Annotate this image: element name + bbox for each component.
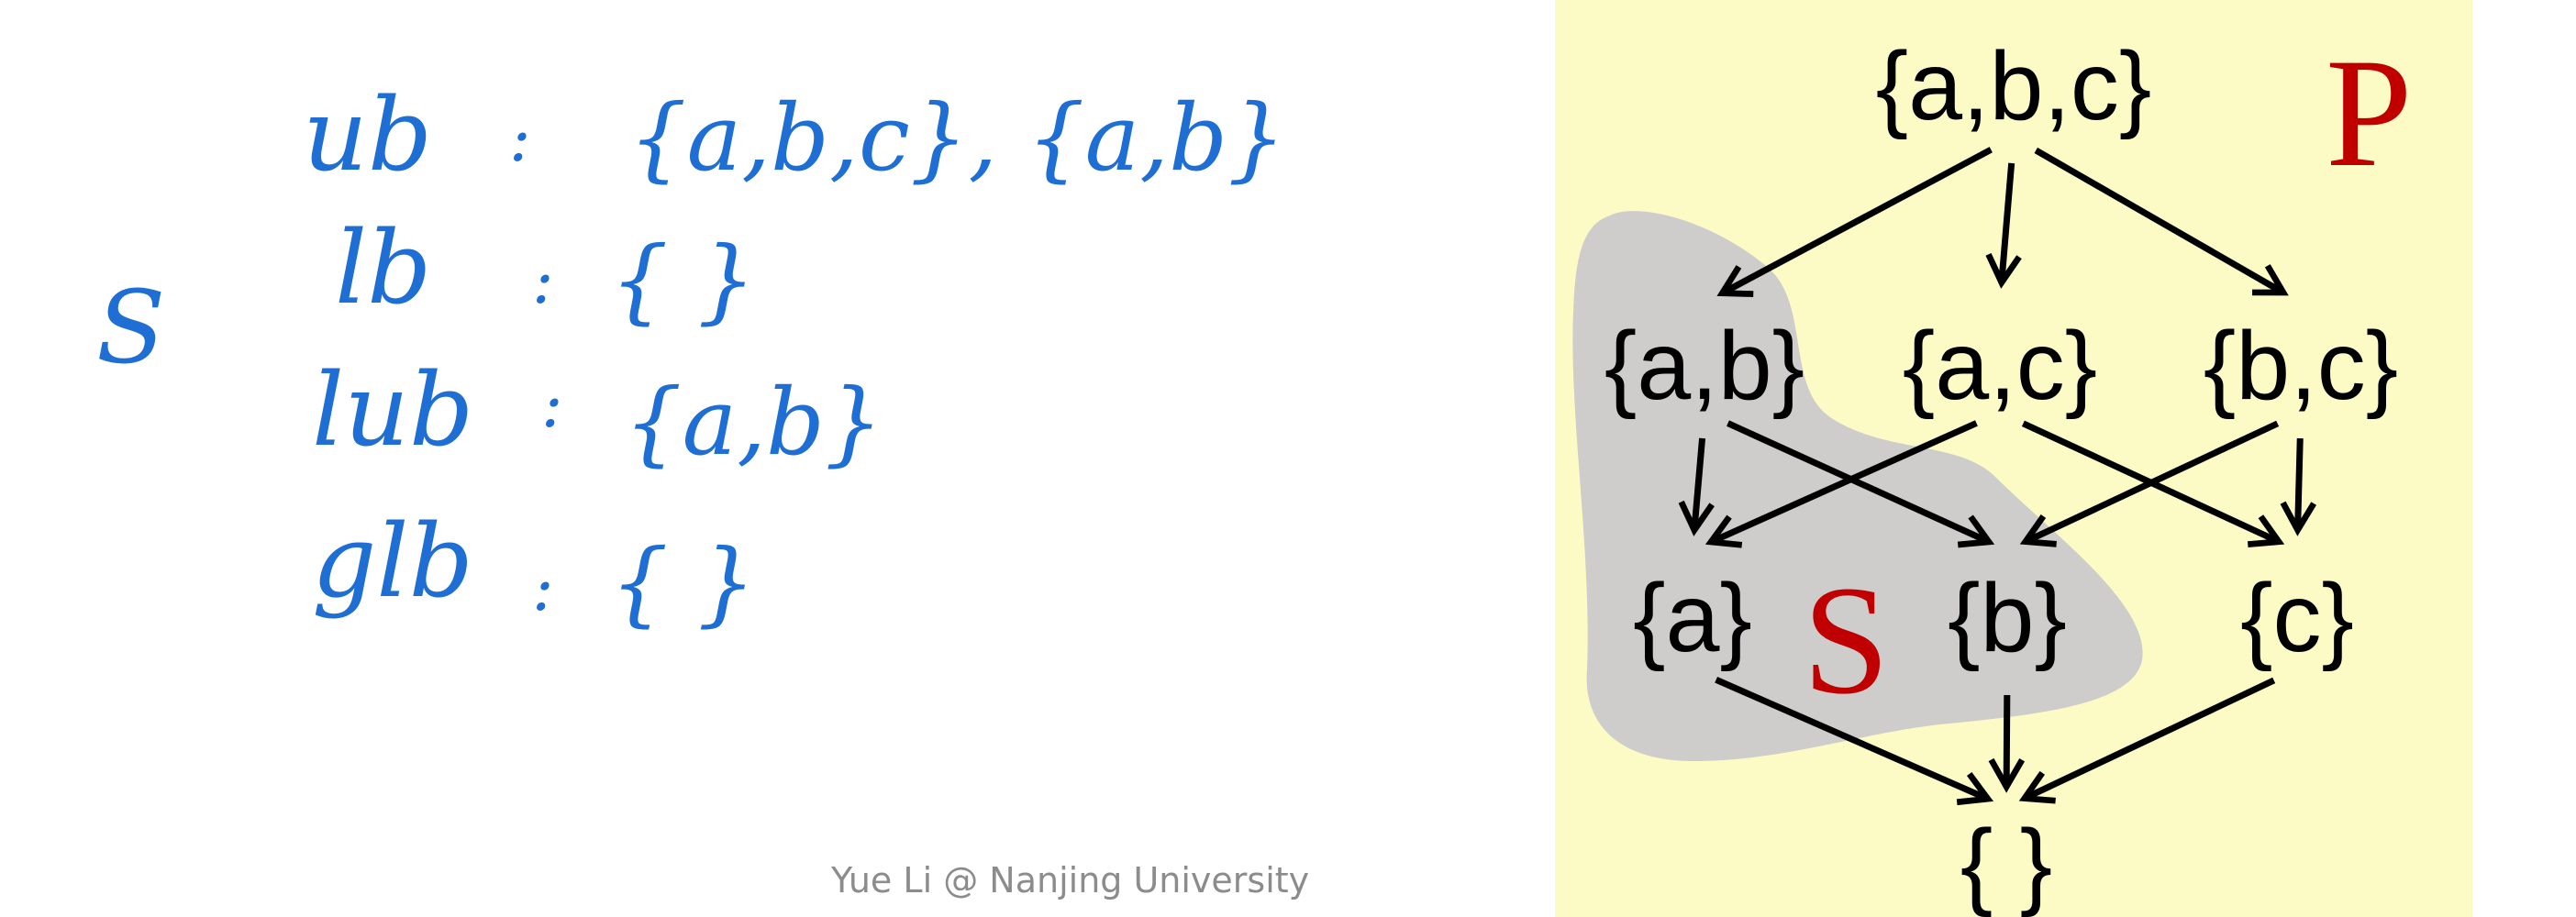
- powerset-lattice-diagram: {a,b,c} {a,b} {a,c} {b,c} {a} {b} {c} { …: [1572, 27, 2413, 917]
- note-key-lb: lb: [335, 209, 432, 326]
- node-abc: {a,b,c}: [1876, 32, 2152, 140]
- edge-b-to-empty: [1988, 694, 2026, 793]
- note-value-lb: { }: [610, 226, 756, 334]
- note-key-lub: lub: [312, 351, 473, 469]
- note-sep-ub: :: [509, 101, 531, 176]
- note-key-glb: glb: [312, 503, 473, 620]
- node-bc: {b,c}: [2204, 312, 2398, 420]
- lattice-panel: {a,b,c} {a,b} {a,c} {b,c} {a} {b} {c} { …: [1555, 0, 2472, 917]
- handwritten-notes: S ub : {a,b,c}, {a,b} lb : { } lub : {a,…: [96, 76, 1286, 636]
- note-value-glb: { }: [610, 529, 756, 636]
- note-key-ub: ub: [303, 76, 432, 193]
- node-c: {c}: [2240, 564, 2354, 672]
- edge-abc-to-bc: [2034, 147, 2289, 296]
- note-sep-glb: :: [532, 550, 554, 625]
- poset-label-p: P: [2326, 27, 2413, 199]
- node-empty: { }: [1960, 810, 2052, 917]
- note-value-lub: {a,b}: [624, 369, 883, 476]
- node-b: {b}: [1948, 564, 2067, 672]
- note-set-label: S: [96, 269, 165, 386]
- edge-bc-to-c: [2280, 437, 2317, 536]
- slide: S ub : {a,b,c}, {a,b} lb : { } lub : {a,…: [0, 0, 2576, 917]
- node-ac: {a,c}: [1903, 312, 2097, 420]
- edge-abc-to-ab: [1716, 147, 1993, 297]
- footer-credit: Yue Li @ Nanjing University: [831, 860, 1310, 900]
- note-sep-lb: :: [532, 243, 554, 318]
- subset-label-s: S: [1803, 554, 1890, 726]
- note-sep-lub: :: [541, 367, 563, 442]
- node-ab: {a,b}: [1604, 312, 1804, 420]
- node-a: {a}: [1633, 564, 1752, 672]
- note-value-ub: {a,b,c}, {a,b}: [628, 84, 1286, 192]
- edge-abc-to-ac: [1985, 162, 2022, 289]
